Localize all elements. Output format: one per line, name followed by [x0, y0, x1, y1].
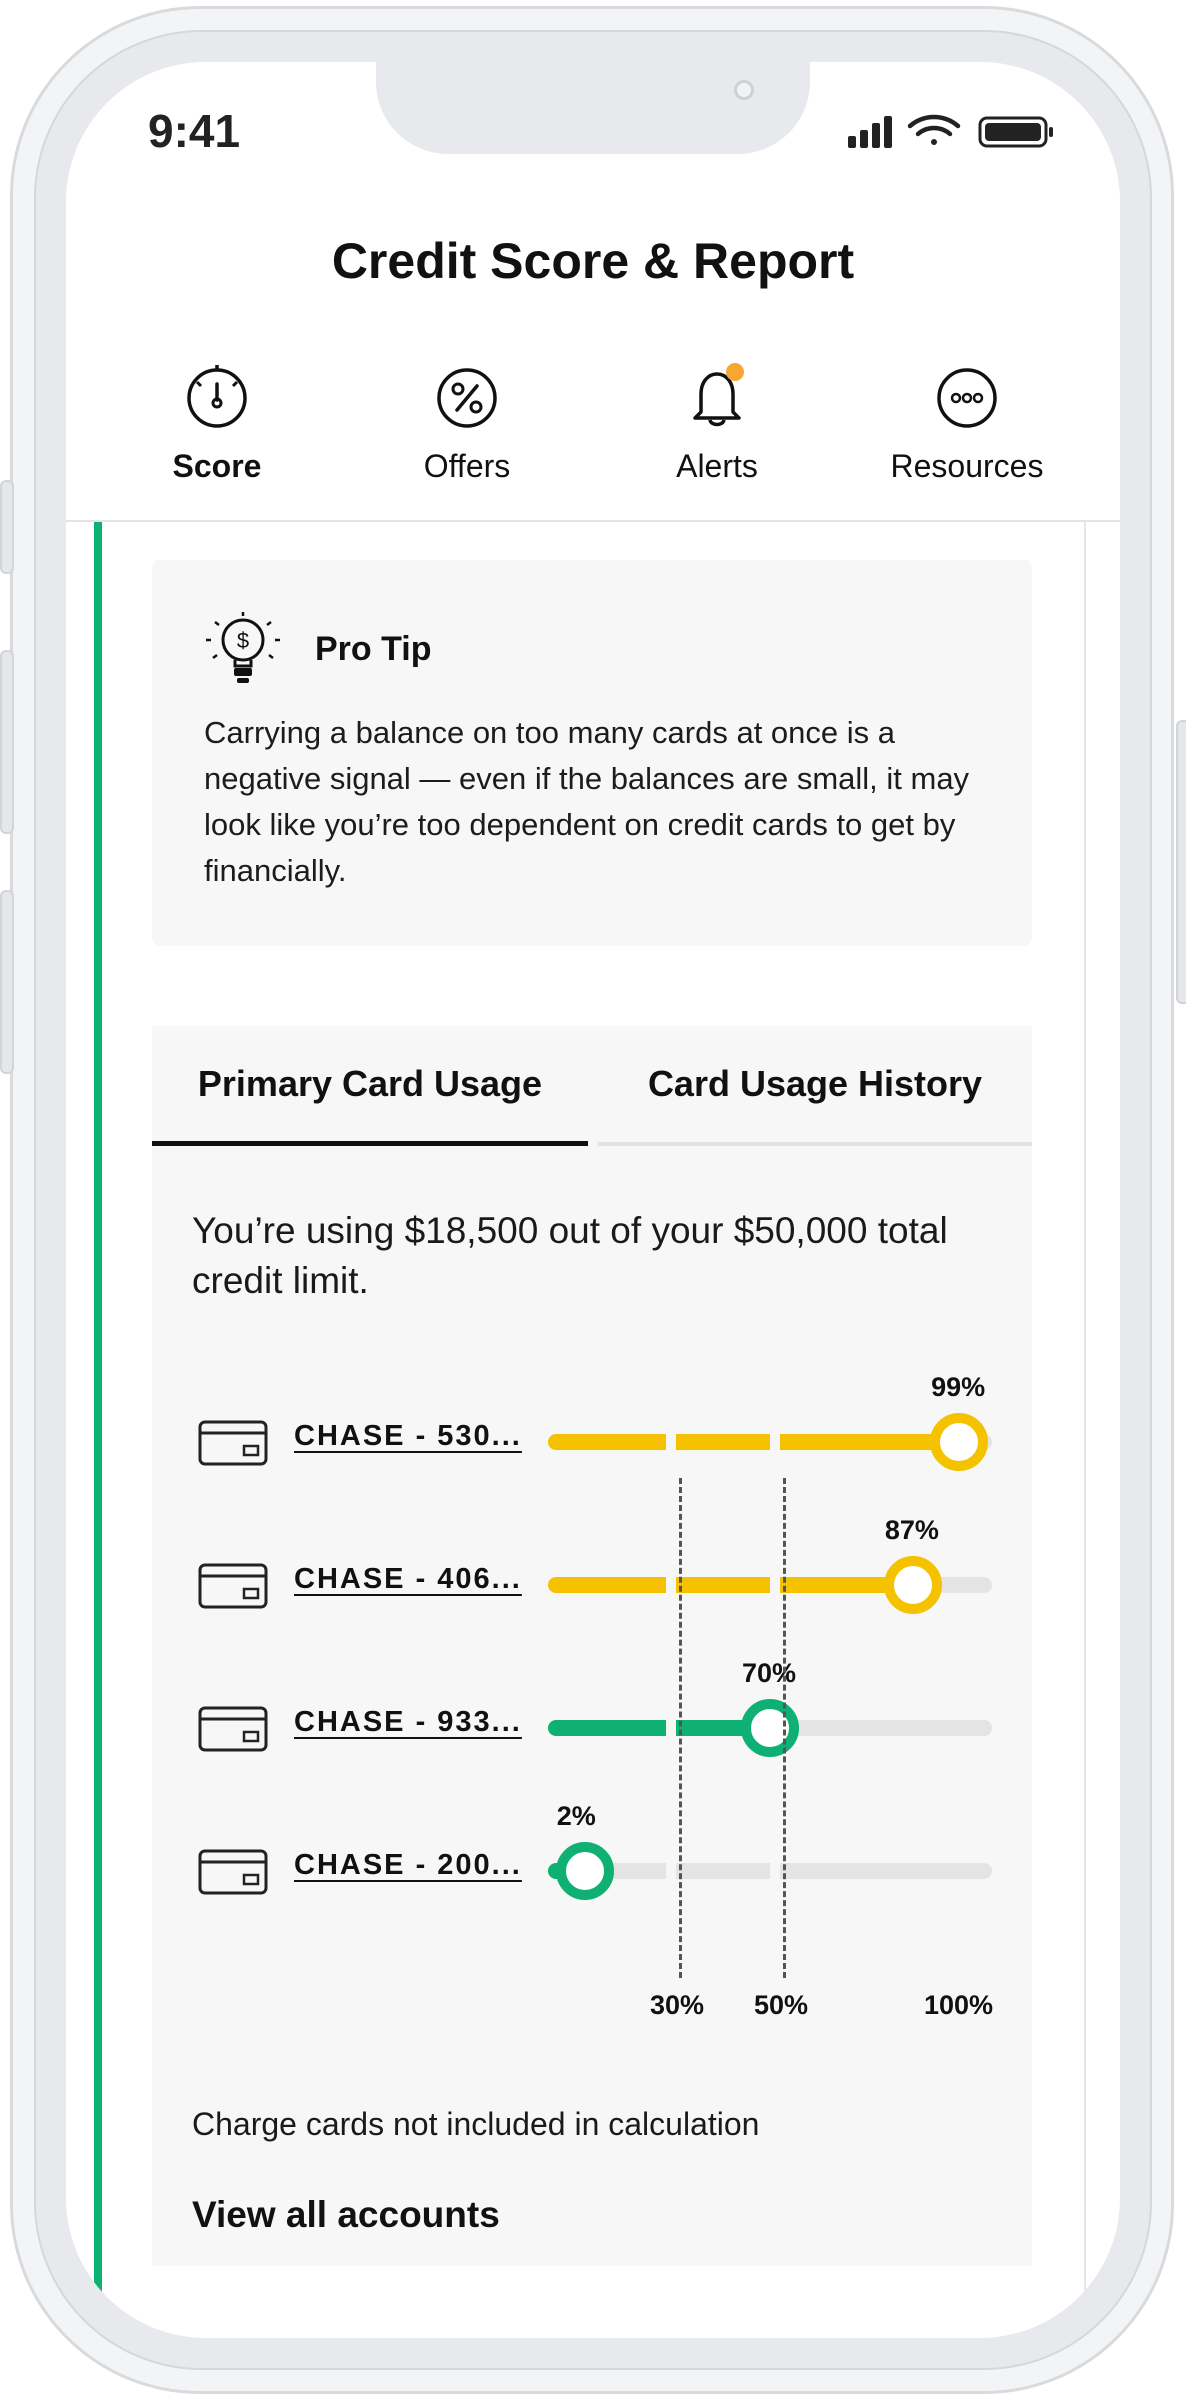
- utilization-percent: 2%: [556, 1801, 596, 1831]
- view-all-accounts-link[interactable]: View all accounts: [192, 2194, 500, 2236]
- card-row[interactable]: CHASE - 933... 70%: [152, 1658, 1032, 1772]
- threshold-line-50: [783, 1478, 786, 1978]
- gauge-icon: [187, 365, 247, 428]
- percent-icon: [437, 368, 497, 428]
- axis-tick-50: 50%: [754, 1990, 809, 2020]
- svg-text:$: $: [237, 628, 249, 653]
- bell-icon: [693, 363, 744, 427]
- utilization-fill: [548, 1720, 770, 1736]
- axis-tick-100: 100%: [924, 1990, 994, 2020]
- status-time: 9:41: [148, 105, 241, 157]
- utilization-track: 87%: [548, 1515, 992, 1614]
- tab-alerts-label: Alerts: [676, 448, 758, 484]
- charge-cards-note: Charge cards not included in calculation: [192, 2106, 760, 2142]
- tab-alerts[interactable]: Alerts: [592, 362, 842, 485]
- tab-resources[interactable]: Resources: [842, 362, 1092, 485]
- utilization-fill: [548, 1577, 913, 1593]
- side-button-power: [1176, 720, 1186, 1004]
- card-row[interactable]: CHASE - 200... 2%: [152, 1801, 1032, 1915]
- tab-score[interactable]: Score: [92, 362, 342, 485]
- section-accent-rule: [94, 522, 102, 2338]
- card-name-link[interactable]: CHASE - 933...: [294, 1706, 522, 1739]
- page-title: Credit Score & Report: [331, 233, 855, 289]
- side-button-volume-up: [0, 650, 14, 834]
- pro-tip-card: $ Pro Tip Carrying a balance on too many…: [152, 560, 1032, 946]
- utilization-percent: 70%: [742, 1658, 797, 1688]
- tab-offers[interactable]: Offers: [342, 362, 592, 485]
- threshold-gap: [666, 1577, 676, 1593]
- notification-dot: [726, 363, 744, 381]
- utilization-knob: [930, 1413, 989, 1471]
- utilization-knob: [555, 1842, 614, 1900]
- card-name-link[interactable]: CHASE - 200...: [294, 1849, 522, 1882]
- tab-card-usage-history[interactable]: Card Usage History: [598, 1026, 1032, 1146]
- utilization-track: 70%: [548, 1658, 992, 1757]
- signal-icon: [848, 116, 892, 148]
- tab-score-label: Score: [172, 448, 262, 484]
- more-icon: [937, 368, 997, 428]
- card-usage-panel: Primary Card Usage Card Usage History Yo…: [152, 1026, 1032, 2266]
- utilization-fill: [548, 1434, 960, 1450]
- threshold-gap: [666, 1863, 676, 1879]
- threshold-line-30: [679, 1478, 682, 1978]
- utilization-track: 99%: [548, 1372, 992, 1471]
- card-row[interactable]: CHASE - 530... 99%: [152, 1372, 1032, 1486]
- tab-offers-label: Offers: [423, 448, 511, 484]
- card-name-link[interactable]: CHASE - 406...: [294, 1563, 522, 1596]
- pro-tip-title: Pro Tip: [315, 630, 432, 668]
- notch: [376, 62, 810, 154]
- threshold-gap: [770, 1863, 780, 1879]
- content-divider: [1084, 522, 1086, 2338]
- threshold-gap: [770, 1434, 780, 1450]
- credit-card-icon: [198, 1849, 268, 1895]
- credit-card-icon: [198, 1563, 268, 1609]
- battery-icon: [978, 116, 1053, 148]
- side-button-mute: [0, 480, 14, 574]
- tab-resources-label: Resources: [890, 448, 1044, 484]
- status-icons: [848, 114, 1053, 148]
- wifi-icon: [907, 114, 961, 145]
- utilization-knob: [741, 1699, 799, 1757]
- front-camera: [734, 80, 754, 100]
- side-button-volume-down: [0, 890, 14, 1074]
- axis-tick-30: 30%: [650, 1990, 705, 2020]
- credit-card-icon: [198, 1706, 268, 1752]
- utilization-track: 2%: [548, 1801, 992, 1900]
- utilization-percent: 99%: [931, 1372, 986, 1402]
- utilization-percent: 87%: [884, 1515, 939, 1545]
- pro-tip-text: Carrying a balance on too many cards at …: [204, 715, 970, 888]
- tab-primary-card-usage[interactable]: Primary Card Usage: [152, 1026, 588, 1146]
- threshold-gap: [666, 1720, 676, 1736]
- threshold-gap: [666, 1434, 676, 1450]
- screen: Credit Score & Report Score Offers Alert…: [66, 62, 1120, 2338]
- usage-summary: You’re using $18,500 out of your $50,000…: [192, 1210, 948, 1301]
- lightbulb-dollar-icon: $: [206, 612, 280, 683]
- credit-card-icon: [198, 1420, 268, 1466]
- threshold-gap: [770, 1577, 780, 1593]
- card-name-link[interactable]: CHASE - 530...: [294, 1420, 522, 1453]
- card-row[interactable]: CHASE - 406... 87%: [152, 1515, 1032, 1629]
- utilization-knob: [883, 1556, 942, 1614]
